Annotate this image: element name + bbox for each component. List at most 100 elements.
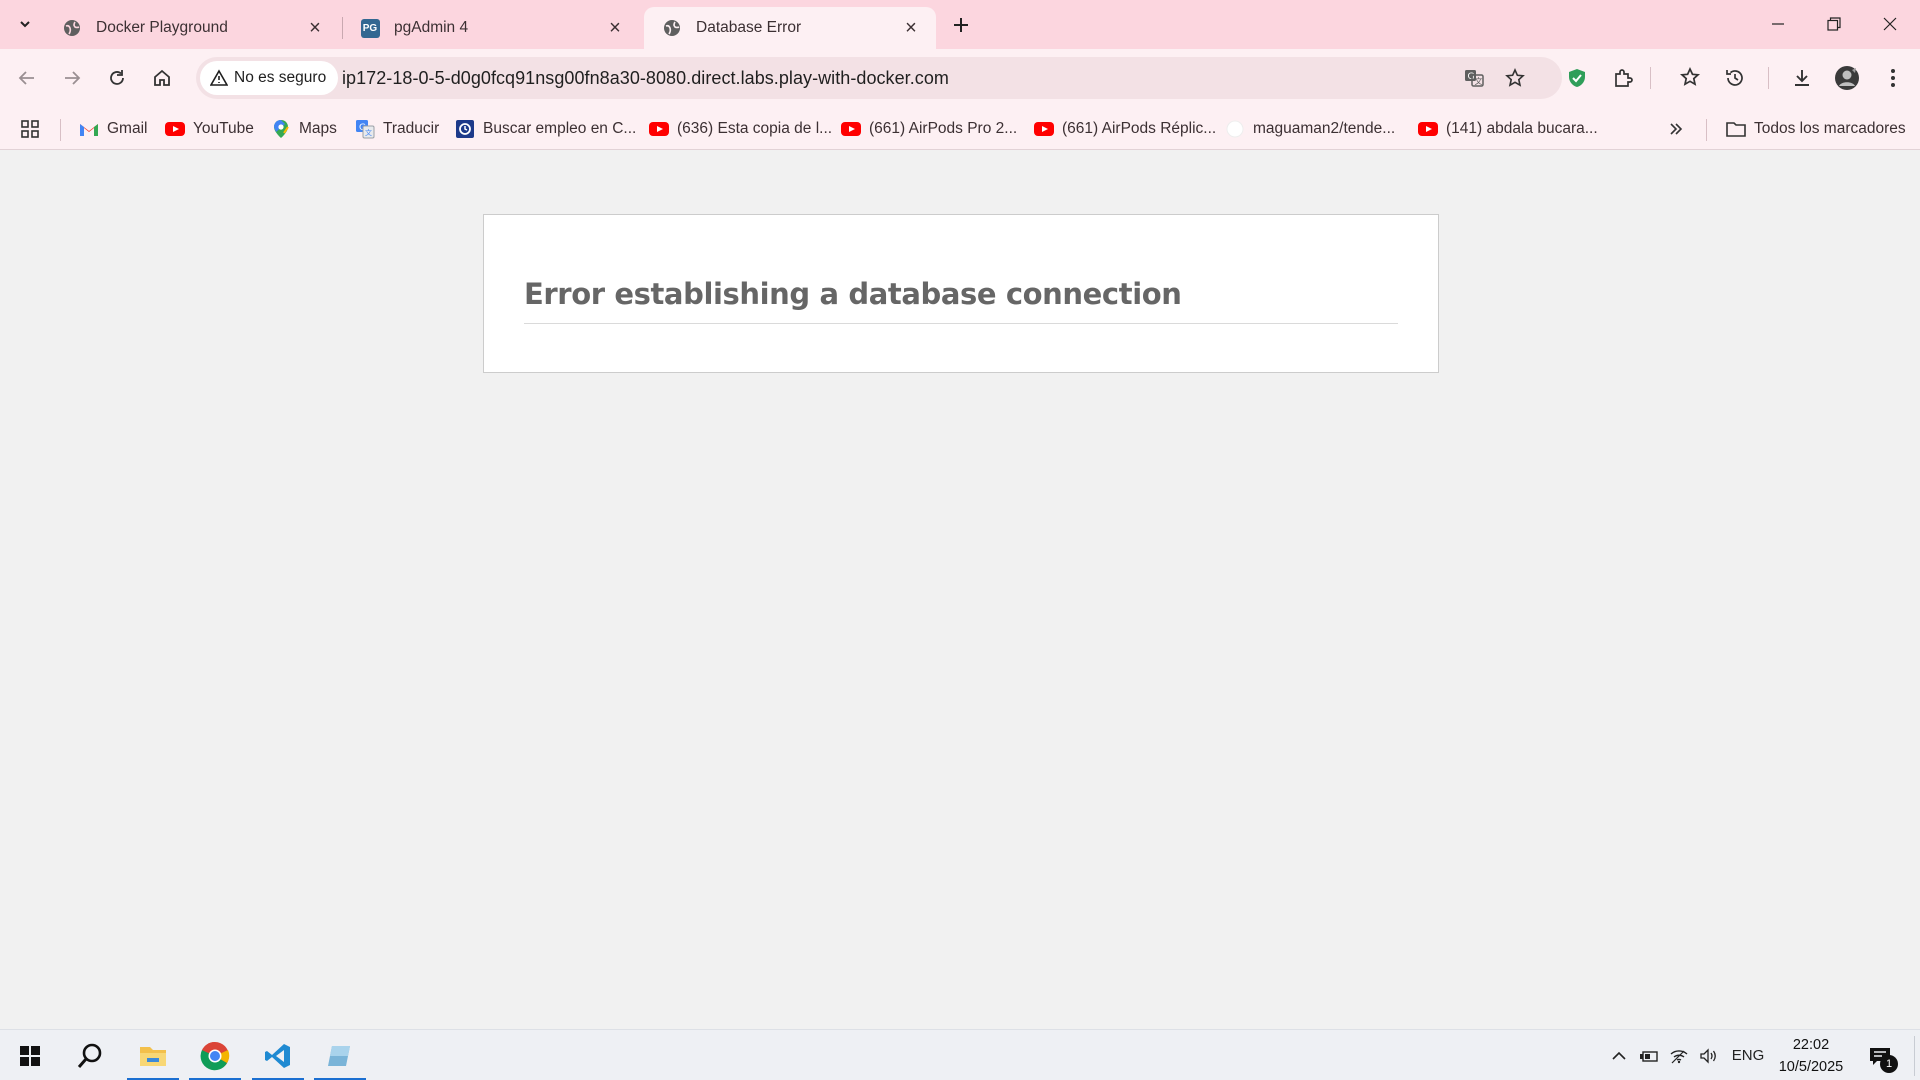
vscode-icon [265, 1043, 290, 1068]
tab-title: Docker Playground [96, 19, 228, 36]
reload-icon [110, 70, 124, 85]
security-chip-label: No es seguro [234, 69, 327, 86]
bookmark-traducir[interactable]: G文 Traducir [355, 117, 439, 141]
error-heading: Error establishing a database connection [524, 277, 1398, 324]
search-button[interactable] [64, 1030, 116, 1080]
minimize-icon [1772, 23, 1784, 25]
svg-text:文: 文 [365, 128, 372, 137]
bookmark-label: (661) AirPods Pro 2... [869, 120, 1018, 137]
warning-icon [210, 69, 228, 86]
vscode-button[interactable] [252, 1030, 304, 1080]
extensions-icon[interactable] [1606, 61, 1640, 95]
close-icon[interactable]: × [900, 17, 922, 39]
new-tab-button[interactable] [945, 9, 977, 41]
translate-icon[interactable]: G文 [1459, 63, 1489, 93]
bookmark-youtube-661-replica[interactable]: (661) AirPods Réplic... [1034, 117, 1216, 141]
close-window-button[interactable] [1862, 4, 1918, 44]
start-button[interactable] [4, 1030, 56, 1080]
bookmark-label: Maps [299, 120, 337, 137]
all-bookmarks-button[interactable]: Todos los marcadores [1726, 117, 1906, 141]
chevron-double-right-icon [1670, 123, 1683, 135]
security-chip[interactable]: No es seguro [200, 61, 339, 95]
youtube-icon [841, 119, 861, 139]
gmail-icon [79, 119, 99, 139]
translate-icon: G文 [355, 119, 375, 139]
bookmarks-bar: Gmail YouTube Maps G文 Traducir Buscar em… [0, 107, 1920, 150]
tab-docker-playground[interactable]: Docker Playground × [44, 7, 340, 49]
arrow-right-icon [65, 71, 81, 85]
app-button[interactable] [314, 1030, 366, 1080]
language-indicator[interactable]: ENG [1728, 1030, 1768, 1080]
tab-database-error[interactable]: Database Error × [644, 7, 936, 49]
pgadmin-icon: PG [360, 18, 380, 38]
tab-pgadmin[interactable]: PG pgAdmin 4 × [342, 7, 640, 49]
volume-icon[interactable] [1696, 1030, 1722, 1080]
job-search-icon [455, 119, 475, 139]
bookmark-label: Gmail [107, 120, 148, 137]
bookmark-star-icon[interactable] [1500, 63, 1530, 93]
menu-kebab-icon[interactable] [1876, 61, 1910, 95]
home-button[interactable] [145, 61, 179, 95]
bookmark-youtube-141[interactable]: (141) abdala bucara... [1418, 117, 1598, 141]
bookmark-gmail[interactable]: Gmail [79, 117, 147, 141]
wifi-icon[interactable] [1666, 1030, 1692, 1080]
search-icon [77, 1043, 102, 1068]
bookmark-youtube[interactable]: YouTube [165, 117, 254, 141]
tab-search-button[interactable] [9, 8, 41, 40]
minimize-button[interactable] [1750, 4, 1806, 44]
tab-title: pgAdmin 4 [394, 19, 469, 36]
folder-icon [1726, 119, 1746, 139]
notification-count-badge: 1 [1880, 1055, 1898, 1073]
chevron-up-icon [1612, 1051, 1626, 1060]
youtube-icon [1418, 119, 1438, 139]
close-icon [1883, 17, 1897, 31]
bookmark-maps[interactable]: Maps [271, 117, 337, 141]
url-text[interactable]: ip172-18-0-5-d0g0fcq91nsg00fn8a30-8080.d… [342, 57, 949, 99]
download-icon[interactable] [1785, 61, 1819, 95]
tab-title: Database Error [696, 19, 802, 36]
bookmark-buscar-empleo[interactable]: Buscar empleo en C... [455, 117, 636, 141]
globe-icon [62, 18, 82, 38]
show-desktop-button[interactable] [1914, 1036, 1915, 1076]
restore-button[interactable] [1806, 4, 1862, 44]
all-bookmarks-label: Todos los marcadores [1754, 120, 1906, 137]
adblock-shield-icon[interactable] [1560, 61, 1594, 95]
chrome-button[interactable] [189, 1030, 241, 1080]
github-icon [1225, 119, 1245, 139]
folder-icon [140, 1046, 166, 1066]
forward-button[interactable] [55, 61, 89, 95]
close-icon[interactable]: × [604, 17, 626, 39]
bookmark-github-maguaman[interactable]: maguaman2/tende... [1225, 117, 1395, 141]
chrome-icon [200, 1041, 230, 1070]
file-explorer-button[interactable] [127, 1030, 179, 1080]
more-bookmarks-button[interactable] [1668, 117, 1684, 141]
back-button[interactable] [10, 61, 44, 95]
app-icon [328, 1045, 350, 1066]
address-bar[interactable]: No es seguro ip172-18-0-5-d0g0fcq91nsg00… [196, 57, 1562, 99]
close-icon[interactable]: × [304, 17, 326, 39]
bookmarks-separator [60, 119, 61, 141]
svg-text:G: G [1468, 72, 1475, 82]
bookmarks-star-list-icon[interactable] [1673, 61, 1707, 95]
apps-grid-icon[interactable] [20, 117, 40, 141]
show-hidden-icons-button[interactable] [1606, 1030, 1632, 1080]
youtube-icon [649, 119, 669, 139]
history-icon[interactable] [1718, 61, 1752, 95]
battery-icon[interactable] [1636, 1030, 1662, 1080]
clock[interactable]: 22:02 10/5/2025 [1772, 1034, 1850, 1078]
tab-strip: Docker Playground × PG pgAdmin 4 × Datab… [0, 0, 1920, 49]
bookmark-label: Traducir [383, 120, 440, 137]
windows-icon [20, 1045, 40, 1066]
youtube-icon [165, 119, 185, 139]
toolbar-separator [1650, 67, 1651, 89]
profile-avatar[interactable] [1830, 61, 1864, 95]
bookmark-youtube-636[interactable]: (636) Esta copia de l... [649, 117, 832, 141]
taskbar: ENG 22:02 10/5/2025 [0, 1029, 1920, 1080]
bookmark-youtube-661-pro[interactable]: (661) AirPods Pro 2... [841, 117, 1017, 141]
clock-date: 10/5/2025 [1778, 1059, 1844, 1075]
browser-toolbar: No es seguro ip172-18-0-5-d0g0fcq91nsg00… [0, 49, 1920, 107]
arrow-left-icon [18, 71, 34, 85]
clock-time: 22:02 [1792, 1037, 1830, 1053]
bookmark-label: (661) AirPods Réplic... [1062, 120, 1217, 137]
reload-button[interactable] [100, 61, 134, 95]
